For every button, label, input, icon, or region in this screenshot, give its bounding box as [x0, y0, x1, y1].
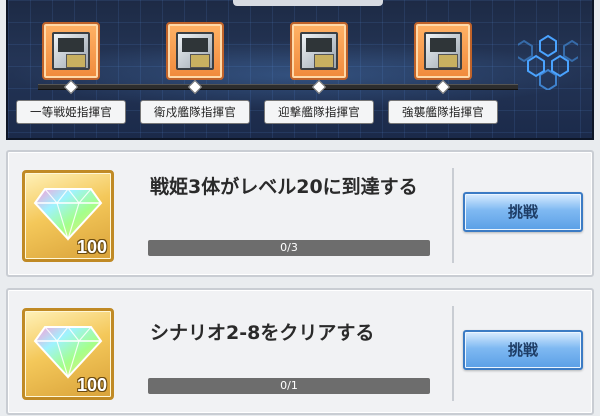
rank-label: 一等戦姫指揮官 — [16, 100, 126, 124]
progress-text: 0/3 — [280, 241, 298, 254]
rank-item[interactable]: 強襲艦隊指揮官 — [388, 22, 498, 126]
hexagon-cluster-icon — [518, 34, 578, 90]
progress-text: 0/1 — [280, 379, 298, 392]
mission-row: 100 シナリオ2-8をクリアする 0/1 挑戦 — [6, 288, 594, 415]
divider — [452, 306, 454, 401]
challenge-button[interactable]: 挑戦 — [463, 192, 583, 232]
rainbow-crystal-icon: 100 — [22, 170, 114, 262]
progress-bar: 0/3 — [148, 240, 430, 256]
progress-bar: 0/1 — [148, 378, 430, 394]
top-tab — [233, 0, 383, 6]
mission-title: シナリオ2-8をクリアする — [150, 322, 375, 344]
rank-track-panel: 一等戦姫指揮官 衛戍艦隊指揮官 迎撃艦隊指揮官 強襲艦隊指揮官 — [6, 0, 594, 140]
dock-cube-icon — [42, 22, 100, 80]
rank-node-marker — [63, 79, 79, 95]
rank-label: 強襲艦隊指揮官 — [388, 100, 498, 124]
mission-row: 100 戦姫3体がレベル20に到達する 0/3 挑戦 — [6, 150, 594, 277]
rank-label: 迎撃艦隊指揮官 — [264, 100, 374, 124]
dock-cube-icon — [414, 22, 472, 80]
dock-cube-icon — [166, 22, 224, 80]
divider — [452, 168, 454, 263]
rank-label: 衛戍艦隊指揮官 — [140, 100, 250, 124]
mission-title: 戦姫3体がレベル20に到達する — [150, 176, 418, 198]
reward-count: 100 — [76, 237, 107, 257]
rank-node-marker — [435, 79, 451, 95]
challenge-button[interactable]: 挑戦 — [463, 330, 583, 370]
rank-item[interactable]: 一等戦姫指揮官 — [16, 22, 126, 126]
rank-node-marker — [187, 79, 203, 95]
dock-cube-icon — [290, 22, 348, 80]
rank-item[interactable]: 衛戍艦隊指揮官 — [140, 22, 250, 126]
rainbow-crystal-icon: 100 — [22, 308, 114, 400]
reward-count: 100 — [76, 375, 107, 395]
mission-list: 100 戦姫3体がレベル20に到達する 0/3 挑戦 100 シナリオ2-8をク… — [6, 150, 594, 416]
rank-item[interactable]: 迎撃艦隊指揮官 — [264, 22, 374, 126]
rank-node-marker — [311, 79, 327, 95]
